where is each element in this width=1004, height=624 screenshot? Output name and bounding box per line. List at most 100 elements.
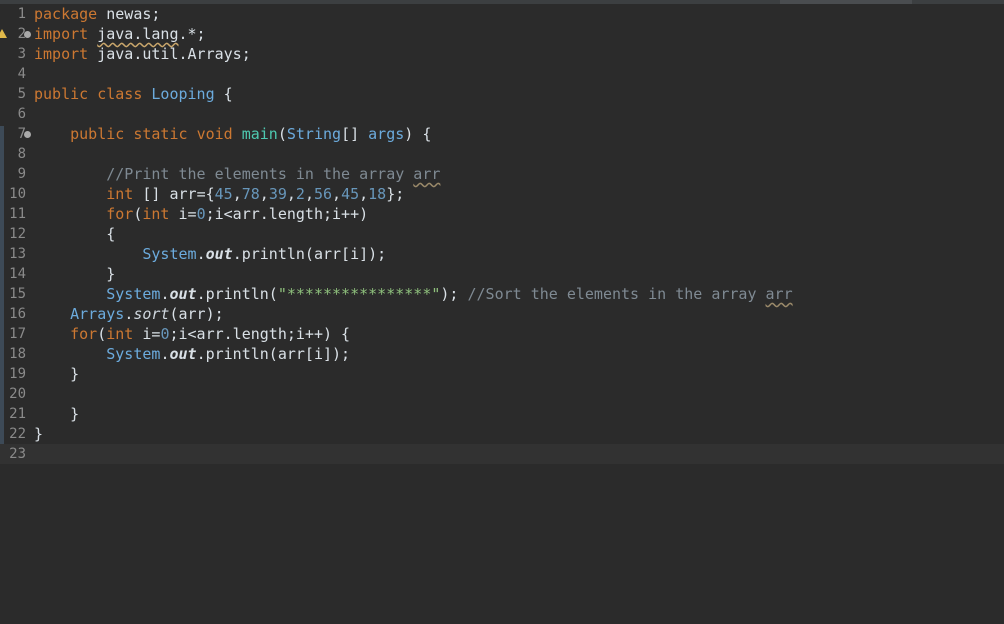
code-token: } xyxy=(34,425,44,443)
code-line[interactable]: 14 } xyxy=(0,264,1004,284)
code-line[interactable]: 5 public class Looping { xyxy=(0,84,1004,104)
code-token: [] xyxy=(341,125,369,143)
code-text[interactable]: public class Looping { xyxy=(34,84,233,104)
fold-toggle-icon[interactable] xyxy=(24,31,31,38)
code-token: out xyxy=(205,245,233,263)
code-token: System xyxy=(106,285,161,303)
code-text[interactable]: } xyxy=(34,424,43,444)
code-line[interactable]: 6 xyxy=(0,104,1004,124)
code-token: ( xyxy=(277,125,287,143)
code-text[interactable]: System.out.println(arr[i]); xyxy=(34,244,386,264)
warning-icon[interactable] xyxy=(0,29,7,38)
line-number: 14 xyxy=(9,266,26,282)
line-number: 22 xyxy=(9,426,26,442)
code-line[interactable]: 12 { xyxy=(0,224,1004,244)
code-line[interactable]: 11 for(int i=0;i<arr.length;i++) xyxy=(0,204,1004,224)
code-token: public xyxy=(70,125,134,143)
code-token: { xyxy=(34,225,116,243)
code-token: class xyxy=(97,85,152,103)
code-token: ={ xyxy=(196,185,215,203)
code-line[interactable]: 19 } xyxy=(0,364,1004,384)
code-token: .*; xyxy=(178,25,206,43)
code-token: import xyxy=(34,25,98,43)
code-token: 45 xyxy=(341,185,360,203)
code-token: System xyxy=(106,345,161,363)
code-text[interactable]: for(int i=0;i<arr.length;i++) xyxy=(34,204,368,224)
code-line[interactable]: 18 System.out.println(arr[i]); xyxy=(0,344,1004,364)
code-line[interactable]: 16 Arrays.sort(arr); xyxy=(0,304,1004,324)
line-number: 13 xyxy=(9,246,26,262)
code-text[interactable]: } xyxy=(34,264,115,284)
fold-toggle-icon[interactable] xyxy=(24,131,31,138)
code-line[interactable]: 22} xyxy=(0,424,1004,444)
code-line[interactable]: 4 xyxy=(0,64,1004,84)
code-text[interactable]: for(int i=0;i<arr.length;i++) { xyxy=(34,324,350,344)
code-text[interactable]: int [] arr={45,78,39,2,56,45,18}; xyxy=(34,184,404,204)
code-line[interactable]: 2 import java.lang.*; xyxy=(0,24,1004,44)
code-token: sort xyxy=(133,305,170,323)
code-token: , xyxy=(232,185,242,203)
code-line[interactable]: 10 int [] arr={45,78,39,2,56,45,18}; xyxy=(0,184,1004,204)
line-number: 6 xyxy=(17,106,26,122)
code-token: , xyxy=(359,185,369,203)
code-text[interactable]: //Print the elements in the array arr xyxy=(34,164,440,184)
code-token: 2 xyxy=(295,185,305,203)
code-line[interactable]: 8 xyxy=(0,144,1004,164)
code-token: arr xyxy=(765,285,793,303)
code-token: . xyxy=(124,305,134,323)
code-token: }; xyxy=(386,185,405,203)
code-line[interactable]: 15 System.out.println("****************"… xyxy=(0,284,1004,304)
code-token: 56 xyxy=(313,185,333,203)
code-line[interactable]: 9 //Print the elements in the array arr xyxy=(0,164,1004,184)
code-line[interactable]: 20 xyxy=(0,384,1004,404)
code-token: int xyxy=(106,185,143,203)
code-token: for xyxy=(106,205,134,223)
code-token: java.lang xyxy=(97,25,179,43)
code-token: static xyxy=(133,125,197,143)
code-token: out xyxy=(169,345,197,363)
code-text[interactable]: import java.lang.*; xyxy=(34,24,206,44)
code-token: out xyxy=(169,285,197,303)
code-line[interactable]: 1 package newas; xyxy=(0,4,1004,24)
code-token: arr xyxy=(169,185,197,203)
code-text[interactable]: System.out.println(arr[i]); xyxy=(34,344,350,364)
code-line[interactable]: 13 System.out.println(arr[i]); xyxy=(0,244,1004,264)
code-text[interactable]: import java.util.Arrays; xyxy=(34,44,251,64)
code-token: int xyxy=(142,205,179,223)
code-token: , xyxy=(332,185,342,203)
code-token: 78 xyxy=(241,185,260,203)
code-line[interactable]: 21 } xyxy=(0,404,1004,424)
code-text[interactable]: { xyxy=(34,224,115,244)
line-number: 15 xyxy=(9,286,26,302)
code-token: } xyxy=(34,365,80,383)
code-token: } xyxy=(34,265,116,283)
code-line[interactable]: 7 public static void main(String[] args)… xyxy=(0,124,1004,144)
line-number: 20 xyxy=(9,386,26,402)
code-token: main xyxy=(241,125,278,143)
line-number: 12 xyxy=(9,226,26,242)
line-number: 21 xyxy=(9,406,26,422)
code-token: import xyxy=(34,45,98,63)
code-text[interactable]: } xyxy=(34,404,79,424)
code-line[interactable]: 23 xyxy=(0,444,1004,464)
code-token: void xyxy=(196,125,242,143)
code-text[interactable]: public static void main(String[] args) { xyxy=(34,124,431,144)
code-line[interactable]: 3 import java.util.Arrays; xyxy=(0,44,1004,64)
code-token: public xyxy=(34,85,98,103)
line-number: 16 xyxy=(9,306,26,322)
code-line[interactable]: 17 for(int i=0;i<arr.length;i++) { xyxy=(0,324,1004,344)
code-text[interactable]: System.out.println("****************"); … xyxy=(34,284,793,304)
code-text[interactable]: } xyxy=(34,364,79,384)
code-text[interactable]: Arrays.sort(arr); xyxy=(34,304,224,324)
code-token: int xyxy=(106,325,143,343)
code-token: newas; xyxy=(106,5,161,23)
code-editor[interactable]: 1 package newas; 2 import java.lang.*; 3 impo… xyxy=(0,4,1004,624)
code-text[interactable]: package newas; xyxy=(34,4,160,24)
